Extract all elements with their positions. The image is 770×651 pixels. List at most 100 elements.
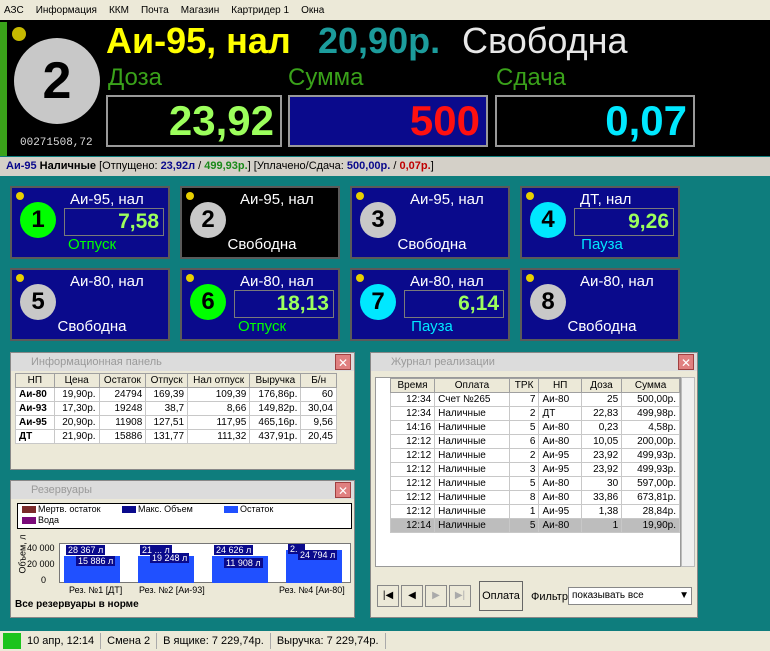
info-pay-type: Наличные bbox=[39, 160, 97, 172]
journal-cell: Аи-95 bbox=[538, 448, 582, 463]
pump-3[interactable]: 3 Аи-95, нал Свободна bbox=[350, 186, 510, 259]
journal-cell: 7 bbox=[508, 392, 540, 407]
xlabel-res4: Рез. №4 [Аи-80] bbox=[279, 585, 345, 595]
journal-row[interactable]: 12:12 Наличные 3 Аи-95 23,92 499,93р. bbox=[389, 462, 680, 477]
info-cell: 9,56 bbox=[300, 415, 337, 430]
journal-row[interactable]: 12:12 Наличные 8 Аи-80 33,86 673,81р. bbox=[389, 490, 680, 505]
col-payment[interactable]: Оплата bbox=[434, 378, 510, 393]
info-panel-title: Информационная панель bbox=[31, 356, 162, 368]
pump-8[interactable]: 8 Аи-80, нал Свободна bbox=[520, 268, 680, 341]
pump-fuel: Аи-80, нал bbox=[410, 273, 484, 290]
close-icon[interactable]: ✕ bbox=[678, 354, 694, 370]
col-release[interactable]: Отпуск bbox=[145, 373, 189, 388]
journal-row[interactable]: 12:12 Наличные 5 Аи-80 30 597,00р. bbox=[389, 476, 680, 491]
status-drawer: В ящике: 7 229,74р. bbox=[157, 633, 271, 649]
pump-1[interactable]: 1 Аи-95, нал 7,58 Отпуск bbox=[10, 186, 170, 259]
pump-fuel: Аи-95, нал bbox=[240, 191, 314, 208]
journal-cell: 3 bbox=[508, 462, 540, 477]
info-row[interactable]: Аи-95 20,90р. 11908 127,51 117,95 465,16р. 9,5… bbox=[15, 415, 337, 430]
pump-6[interactable]: 6 Аи-80, нал 18,13 Отпуск bbox=[180, 268, 340, 341]
menu-kkm[interactable]: ККМ bbox=[109, 5, 129, 16]
info-cell: 8,66 bbox=[187, 401, 251, 416]
next-record-button[interactable]: ▶ bbox=[425, 585, 447, 607]
pump-7[interactable]: 7 Аи-80, нал 6,14 Пауза bbox=[350, 268, 510, 341]
col-np[interactable]: НП bbox=[15, 373, 55, 388]
info-fuel: Аи-95 bbox=[6, 160, 37, 172]
journal-scrollbar[interactable] bbox=[681, 377, 695, 567]
xlabel-res1: Рез. №1 [ДТ] bbox=[69, 585, 123, 595]
journal-cell: 23,92 bbox=[580, 462, 623, 477]
journal-cell: Аи-80 bbox=[538, 392, 582, 407]
journal-cell: 30 bbox=[580, 476, 623, 491]
menu-shop[interactable]: Магазин bbox=[181, 5, 220, 16]
info-cell: 169,39 bbox=[145, 387, 189, 402]
info-row[interactable]: Аи-80 19,90р. 24794 169,39 109,39 176,86р. 60 bbox=[15, 387, 337, 402]
info-row[interactable]: Аи-93 17,30р. 19248 38,7 8,66 149,82р. 30,04 bbox=[15, 401, 337, 416]
pump-fuel: Аи-95, нал bbox=[410, 191, 484, 208]
journal-cell: Наличные bbox=[434, 476, 510, 491]
col-price[interactable]: Цена bbox=[53, 373, 100, 388]
first-record-button[interactable]: |◀ bbox=[377, 585, 399, 607]
col-sum[interactable]: Сумма bbox=[621, 378, 680, 393]
journal-row[interactable]: 12:12 Наличные 2 Аи-95 23,92 499,93р. bbox=[389, 448, 680, 463]
journal-cell: 0,23 bbox=[580, 420, 623, 435]
journal-cell: 8 bbox=[508, 490, 540, 505]
journal-cell: 499,93р. bbox=[621, 462, 680, 477]
pump-led-icon bbox=[186, 274, 194, 282]
info-paid: 500,00р. bbox=[346, 160, 391, 172]
info-row[interactable]: ДТ 21,90р. 15886 131,77 111,32 437,91р. 20,45 bbox=[15, 429, 337, 444]
pump-number: 6 bbox=[190, 284, 226, 320]
journal-cell: 673,81р. bbox=[621, 490, 680, 505]
col-time[interactable]: Время bbox=[389, 378, 436, 393]
pump-number: 7 bbox=[360, 284, 396, 320]
pump-2[interactable]: 2 Аи-95, нал Свободна bbox=[180, 186, 340, 259]
journal-row[interactable]: 12:34 Наличные 2 ДТ 22,83 499,98р. bbox=[389, 406, 680, 421]
pump-4[interactable]: 4 ДТ, нал 9,26 Пауза bbox=[520, 186, 680, 259]
close-icon[interactable]: ✕ bbox=[335, 482, 351, 498]
pump-led-icon bbox=[526, 192, 534, 200]
col-rest[interactable]: Остаток bbox=[98, 373, 147, 388]
journal-row[interactable]: 12:34 Счет №265 7 Аи-80 25 500,00р. bbox=[389, 392, 680, 407]
journal-cell: 23,92 bbox=[580, 448, 623, 463]
reservoir-legend: Мертв. остаток Макс. Объем Остаток Вода bbox=[17, 503, 352, 529]
y-axis-label: Объем, л bbox=[17, 534, 28, 574]
pump-led-icon bbox=[16, 274, 24, 282]
col-trk[interactable]: ТРК bbox=[508, 378, 540, 393]
journal-row[interactable]: 14:16 Наличные 5 Аи-80 0,23 4,58р. bbox=[389, 420, 680, 435]
col-revenue[interactable]: Выручка bbox=[249, 373, 302, 388]
journal-cell: Аи-80 bbox=[538, 476, 582, 491]
last-record-button[interactable]: ▶| bbox=[449, 585, 471, 607]
journal-cell: Наличные bbox=[434, 420, 510, 435]
journal-cell: ДТ bbox=[538, 406, 582, 421]
pay-button[interactable]: Оплата bbox=[479, 581, 523, 611]
reservoir-plot: 28 367 л 15 886 л 21 ... л 19 248 л 24 6… bbox=[59, 543, 351, 583]
prev-record-button[interactable]: ◀ bbox=[401, 585, 423, 607]
journal-cell: 2 bbox=[508, 406, 540, 421]
menu-cardreader[interactable]: Картридер 1 bbox=[231, 5, 289, 16]
journal-cell: Наличные bbox=[434, 462, 510, 477]
journal-row[interactable]: 12:14 Наличные 5 Аи-80 1 19,90р. bbox=[389, 518, 680, 533]
pump-led-icon bbox=[186, 192, 194, 200]
col-cash-release[interactable]: Нал отпуск bbox=[187, 373, 251, 388]
legend-dead: Мертв. остаток bbox=[38, 504, 101, 514]
menu-azs[interactable]: АЗС bbox=[4, 5, 24, 16]
menu-info[interactable]: Информация bbox=[36, 5, 97, 16]
menu-mail[interactable]: Почта bbox=[141, 5, 169, 16]
filter-select[interactable]: показывать все ▼ bbox=[568, 587, 692, 605]
col-dose[interactable]: Доза bbox=[580, 378, 623, 393]
pump-fuel: Аи-95, нал bbox=[70, 191, 144, 208]
journal-row[interactable]: 12:12 Наличные 6 Аи-80 10,05 200,00р. bbox=[389, 434, 680, 449]
col-np[interactable]: НП bbox=[538, 378, 582, 393]
info-cell: 20,90р. bbox=[53, 415, 100, 430]
ytick-0: 0 bbox=[41, 575, 47, 585]
close-icon[interactable]: ✕ bbox=[335, 354, 351, 370]
journal-cell: 6 bbox=[508, 434, 540, 449]
bar3-max-label: 24 626 л bbox=[214, 545, 254, 555]
selected-pump-number[interactable]: 2 bbox=[14, 38, 100, 124]
journal-row[interactable]: 12:12 Наличные 1 Аи-95 1,38 28,84р. bbox=[389, 504, 680, 519]
journal-cell: 5 bbox=[508, 420, 540, 435]
pump-5[interactable]: 5 Аи-80, нал Свободна bbox=[10, 268, 170, 341]
filter-label: Фильтр: bbox=[531, 591, 572, 603]
col-noncash[interactable]: Б/н bbox=[300, 373, 337, 388]
menu-windows[interactable]: Окна bbox=[301, 5, 324, 16]
